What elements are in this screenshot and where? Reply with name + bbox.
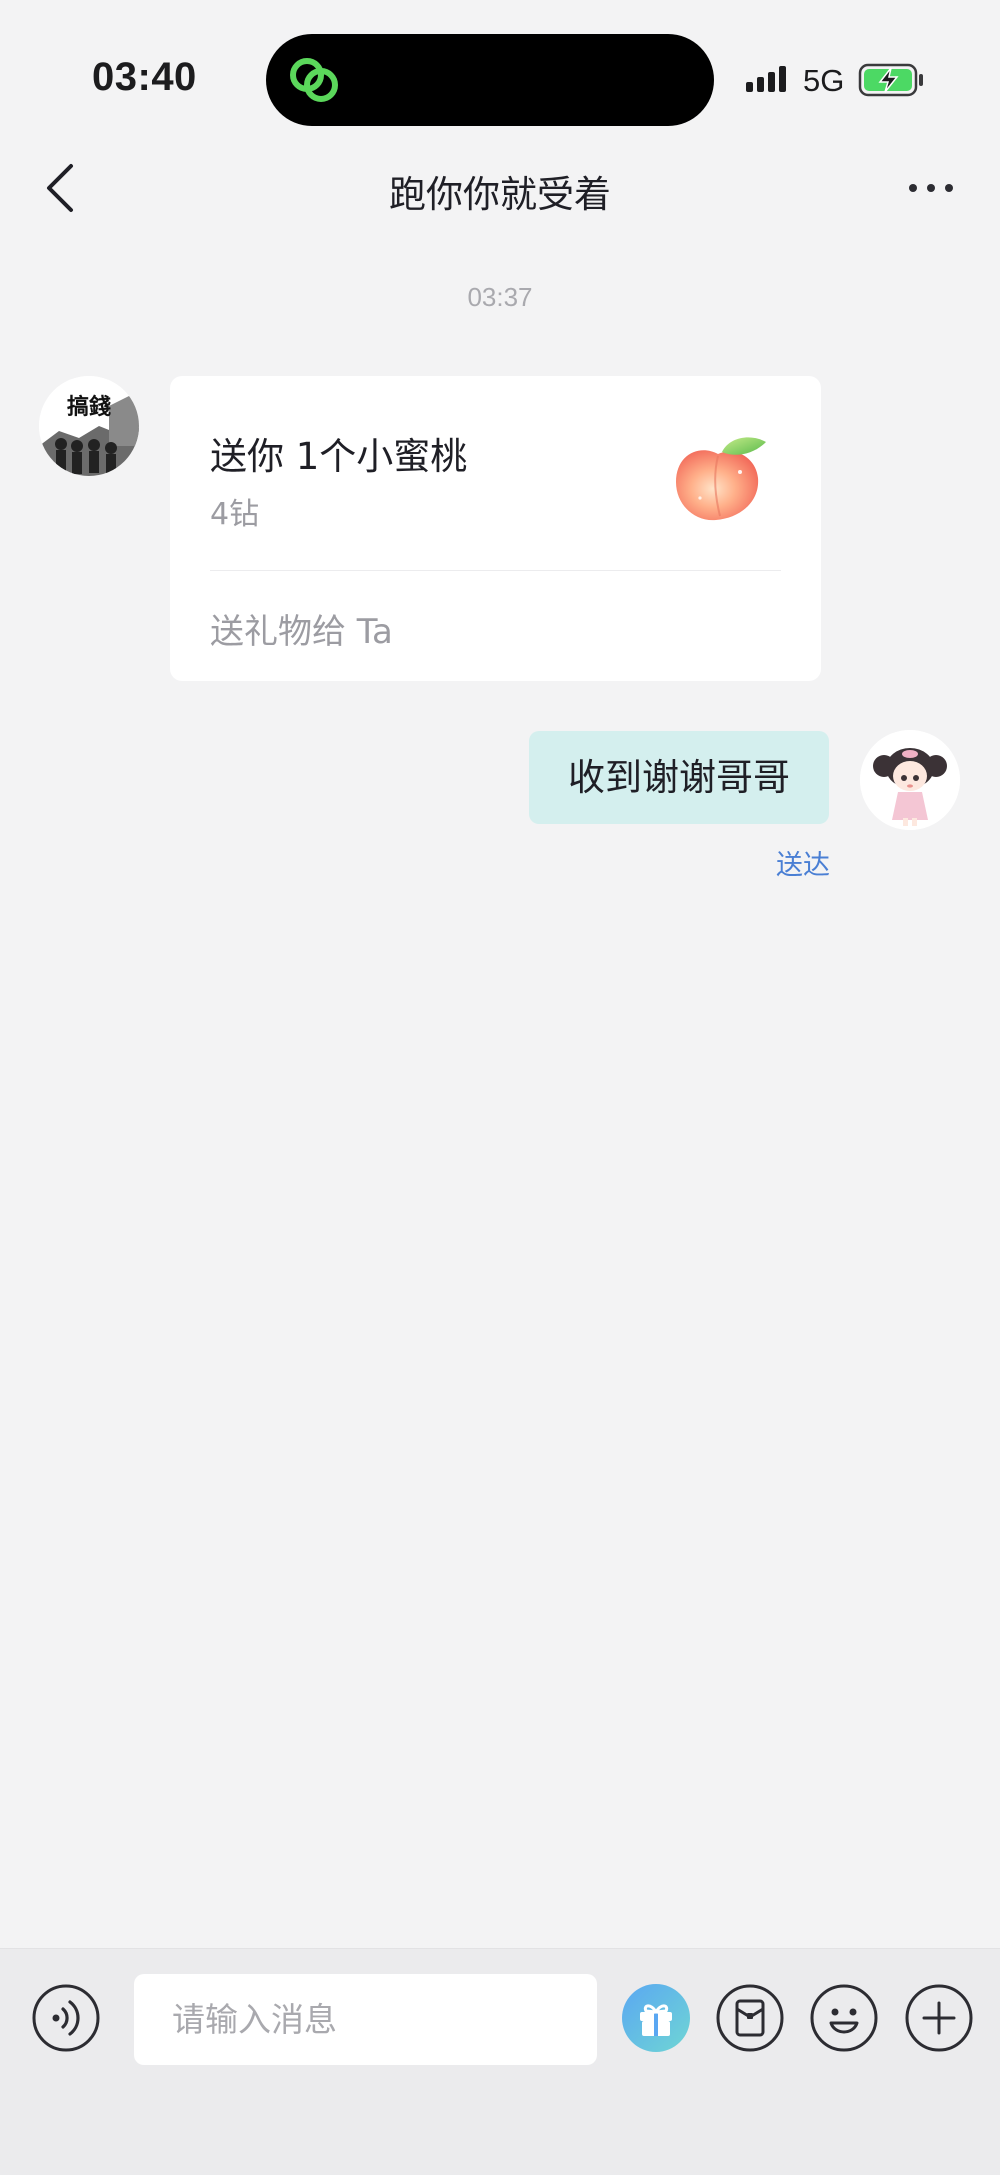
avatar-image [860,730,960,830]
send-gift-link[interactable]: 送礼物给 Ta [210,604,393,653]
dynamic-island [266,34,714,126]
voice-icon[interactable] [31,1983,101,2053]
chevron-left-icon[interactable] [38,160,84,216]
avatar-logo-text: 搞錢 [67,394,111,420]
message-input[interactable] [134,1974,597,2065]
app-link-icon [290,58,338,102]
peach-icon [676,437,766,521]
gift-price: 4钻 [210,497,260,532]
gift-icon[interactable] [621,1983,691,2053]
avatar[interactable]: 搞錢 [39,376,139,476]
emoji-icon[interactable] [809,1983,879,2053]
gift-message-card[interactable]: 送你 1个小蜜桃 4钻 送礼物给 Ta [170,376,821,681]
page-title: 跑你你就受着 [389,173,611,216]
delivery-status: 送达 [776,850,830,881]
my-message-bubble[interactable]: 收到谢谢哥哥 [529,731,829,824]
more-dots-icon[interactable] [906,170,956,206]
status-time: 03:40 [92,55,197,99]
input-bar [0,1948,1000,2175]
signal-bars-icon [746,66,786,92]
message-timestamp: 03:37 [467,282,533,312]
red-packet-icon[interactable] [715,1983,785,2053]
network-type: 5G [803,63,845,98]
divider [210,570,781,571]
avatar[interactable] [860,730,960,830]
battery-charging-icon [858,63,923,97]
gift-title: 送你 1个小蜜桃 [210,435,468,478]
avatar-image: 搞錢 [39,376,139,476]
plus-icon[interactable] [904,1983,974,2053]
